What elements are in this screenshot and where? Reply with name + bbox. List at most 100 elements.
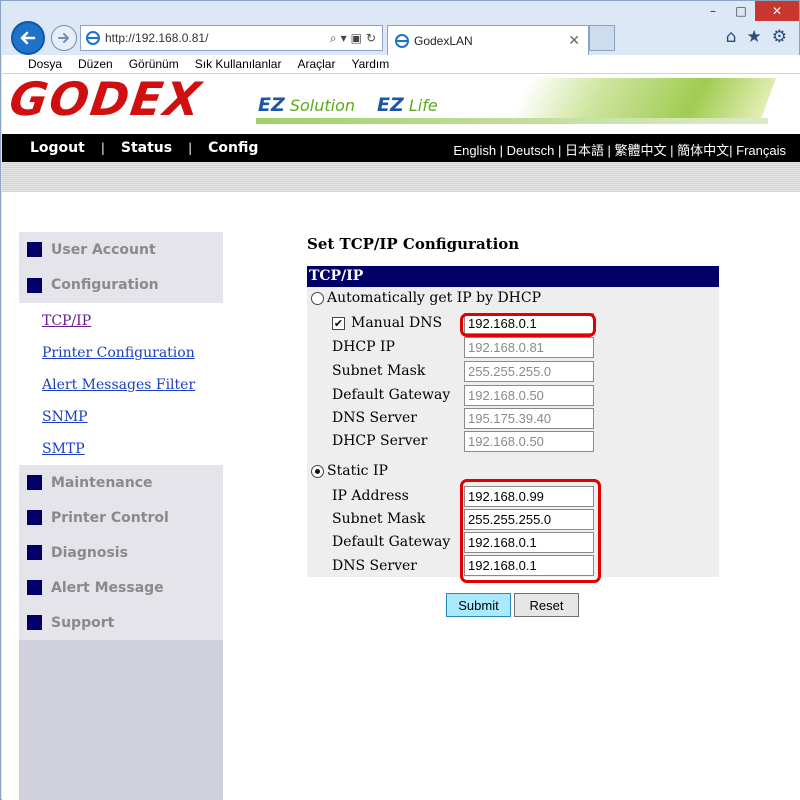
manual-dns-label: Manual DNS: [351, 315, 443, 331]
ip-address-label: IP Address: [332, 488, 409, 504]
ez-solution-tagline: EZ Solution: [258, 94, 355, 116]
manual-dns-checkbox[interactable]: ✔: [332, 316, 345, 330]
ez1-prefix: EZ: [258, 94, 285, 116]
dhcp-subnet-label: Subnet Mask: [332, 363, 426, 379]
menu-araclar[interactable]: Araçlar: [297, 57, 335, 71]
menu-yardim[interactable]: Yardım: [351, 57, 389, 71]
tab-title: GodexLAN: [414, 33, 473, 48]
top-navigation: Logout | Status | Config English | Deuts…: [2, 134, 800, 162]
dns-server-label: DNS Server: [332, 558, 417, 574]
sidebar-label: Printer Control: [51, 509, 169, 526]
ez1-word: Solution: [289, 96, 356, 115]
forward-button[interactable]: [51, 25, 77, 51]
tab-close-icon[interactable]: ✕: [568, 33, 580, 49]
sidebar-label: User Account: [51, 241, 156, 258]
dhcp-dns-field: 195.175.39.40: [464, 408, 594, 429]
back-arrow-icon: [20, 31, 36, 45]
reset-button[interactable]: Reset: [514, 593, 579, 617]
sidebar-item-support[interactable]: Support: [19, 605, 223, 640]
submit-button[interactable]: Submit: [446, 593, 511, 617]
dhcp-subnet-field: 255.255.255.0: [464, 361, 594, 382]
dhcp-option[interactable]: Automatically get IP by DHCP: [311, 290, 541, 306]
new-tab-button[interactable]: [589, 25, 615, 51]
link-alert-messages-filter[interactable]: Alert Messages Filter: [19, 369, 223, 401]
sidebar: User Account Configuration TCP/IP Printe…: [19, 232, 223, 800]
static-ip-radio[interactable]: [311, 464, 324, 478]
language-selector[interactable]: English | Deutsch | 日本語 | 繁體中文 | 簡体中文| F…: [453, 140, 786, 159]
dhcp-gateway-label: Default Gateway: [332, 387, 451, 403]
ez2-prefix: EZ: [377, 94, 404, 116]
striped-band: [2, 162, 800, 192]
sidebar-top-group: User Account Configuration: [19, 232, 223, 303]
refresh-icon[interactable]: ↻: [366, 31, 376, 46]
ez-life-tagline: EZ Life: [377, 94, 438, 116]
sidebar-label: Support: [51, 614, 115, 631]
sidebar-item-printer-control[interactable]: Printer Control: [19, 500, 223, 535]
highlight-manual-dns: [460, 313, 596, 337]
sidebar-item-maintenance[interactable]: Maintenance: [19, 465, 223, 500]
default-gateway-label: Default Gateway: [332, 534, 451, 550]
back-button[interactable]: [11, 21, 45, 55]
sidebar-label: Configuration: [51, 277, 159, 293]
dhcp-ip-label: DHCP IP: [332, 339, 395, 355]
bullet-square-icon: [27, 242, 42, 257]
dhcp-server-field: 192.168.0.50: [464, 431, 594, 452]
sidebar-item-user-account[interactable]: User Account: [19, 232, 223, 267]
godex-logo: GODEX: [6, 74, 206, 126]
dhcp-radio[interactable]: [311, 291, 324, 305]
ie-tab-icon: [395, 33, 409, 48]
settings-gear-icon[interactable]: ⚙: [772, 27, 787, 47]
home-icon[interactable]: ⌂: [726, 27, 737, 47]
compat-view-icon[interactable]: ▣: [351, 31, 362, 46]
sidebar-item-configuration[interactable]: Configuration: [19, 267, 223, 303]
link-printer-configuration[interactable]: Printer Configuration: [19, 337, 223, 369]
menu-gorunum[interactable]: Görünüm: [129, 57, 179, 71]
config-submenu: TCP/IP Printer Configuration Alert Messa…: [19, 303, 223, 465]
link-snmp[interactable]: SNMP: [19, 401, 223, 433]
menu-bar: Dosya Düzen Görünüm Sık Kullanılanlar Ar…: [2, 55, 800, 74]
dropdown-icon[interactable]: ▾: [341, 31, 347, 46]
nav-config[interactable]: Config: [208, 140, 258, 156]
sidebar-label: Diagnosis: [51, 544, 128, 561]
toolbar-right-icons: ⌂ ★ ⚙: [726, 27, 787, 47]
url-text[interactable]: http://192.168.0.81/: [105, 31, 330, 45]
dhcp-gateway-field: 192.168.0.50: [464, 385, 594, 406]
tab-godexlan[interactable]: GodexLAN ✕: [387, 25, 589, 55]
web-page: GODEX EZ Solution EZ Life Logout | Statu…: [2, 74, 800, 800]
favorites-star-icon[interactable]: ★: [747, 27, 762, 47]
dhcp-dns-label: DNS Server: [332, 410, 417, 426]
ez2-word: Life: [408, 96, 438, 115]
dhcp-server-label: DHCP Server: [332, 433, 428, 449]
search-icon[interactable]: ⌕: [330, 31, 337, 46]
forward-arrow-icon: [58, 33, 69, 43]
menu-dosya[interactable]: Dosya: [28, 57, 62, 71]
highlight-static-ip: [460, 479, 601, 583]
menu-sik-kullanilanlar[interactable]: Sık Kullanılanlar: [195, 57, 282, 71]
bullet-square-icon: [27, 475, 42, 490]
link-tcp-ip[interactable]: TCP/IP: [19, 305, 223, 337]
sidebar-label: Alert Message: [51, 579, 164, 596]
site-banner: GODEX EZ Solution EZ Life: [2, 74, 800, 134]
static-ip-label: Static IP: [327, 463, 388, 479]
ie-page-icon: [86, 31, 100, 45]
link-smtp[interactable]: SMTP: [19, 433, 223, 465]
dhcp-label: Automatically get IP by DHCP: [327, 290, 542, 306]
nav-separator: |: [100, 141, 105, 155]
nav-status[interactable]: Status: [121, 140, 172, 156]
sidebar-item-diagnosis[interactable]: Diagnosis: [19, 535, 223, 570]
bullet-square-icon: [27, 580, 42, 595]
static-ip-option[interactable]: Static IP: [311, 463, 388, 479]
sidebar-item-alert-message[interactable]: Alert Message: [19, 570, 223, 605]
sidebar-bottom-group: Maintenance Printer Control Diagnosis Al…: [19, 465, 223, 640]
subnet-mask-label: Subnet Mask: [332, 511, 426, 527]
dhcp-ip-field: 192.168.0.81: [464, 337, 594, 358]
address-bar[interactable]: http://192.168.0.81/ ⌕ ▾ ▣ ↻: [80, 25, 383, 51]
manual-dns-option[interactable]: ✔ Manual DNS: [332, 315, 442, 331]
browser-window: – □ ✕ http://192.168.0.81/ ⌕ ▾ ▣ ↻ Godex…: [0, 0, 800, 800]
sidebar-label: Maintenance: [51, 474, 153, 491]
menu-duzen[interactable]: Düzen: [78, 57, 113, 71]
browser-navbar: http://192.168.0.81/ ⌕ ▾ ▣ ↻ GodexLAN ✕ …: [1, 15, 800, 55]
banner-decoration: [513, 78, 777, 122]
nav-logout[interactable]: Logout: [30, 140, 85, 156]
section-header: TCP/IP: [307, 266, 719, 287]
